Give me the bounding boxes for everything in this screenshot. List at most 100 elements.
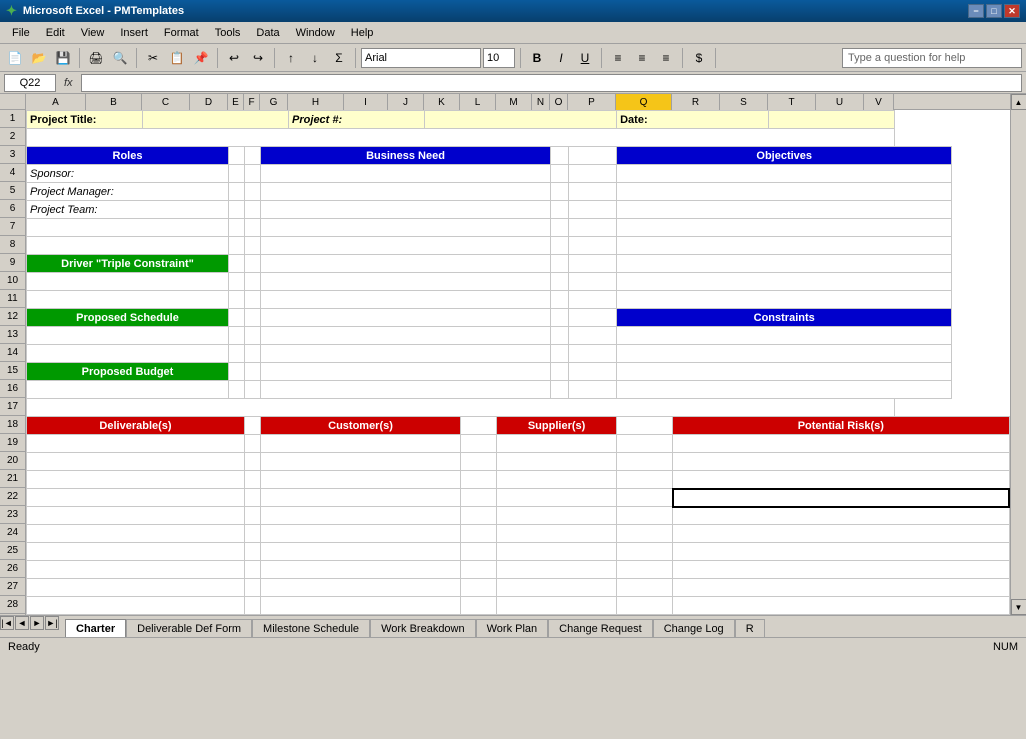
cell-a20[interactable] xyxy=(27,453,245,471)
cell-6-obj[interactable] xyxy=(617,201,952,219)
cell-h1[interactable]: Project #: xyxy=(289,111,425,129)
cell-a4[interactable]: Sponsor: xyxy=(27,165,229,183)
cell-a23[interactable] xyxy=(27,507,245,525)
cell-13-business[interactable] xyxy=(261,327,551,345)
cell-24-cust[interactable] xyxy=(261,525,461,543)
cell-10-n[interactable] xyxy=(551,273,569,291)
cell-25-risk[interactable] xyxy=(673,543,1009,561)
cell-deliverables-header[interactable]: Deliverable(s) xyxy=(27,417,245,435)
cell-16-business[interactable] xyxy=(261,381,551,399)
cell-6-business[interactable] xyxy=(261,201,551,219)
cell-a28[interactable] xyxy=(27,597,245,615)
cell-5-n[interactable] xyxy=(551,183,569,201)
redo-button[interactable]: ↪ xyxy=(247,47,269,69)
cell-budget-header[interactable]: Proposed Budget xyxy=(27,363,229,381)
cell-a14[interactable] xyxy=(27,345,229,363)
cell-21-cust[interactable] xyxy=(261,471,461,489)
cell-10-e[interactable] xyxy=(229,273,245,291)
cell-4-n[interactable] xyxy=(551,165,569,183)
col-header-g[interactable]: G xyxy=(260,94,288,110)
cell-22-supp[interactable] xyxy=(497,489,617,507)
row-header-22[interactable]: 22 xyxy=(0,488,25,506)
cell-15-n[interactable] xyxy=(551,363,569,381)
cell-4-business[interactable] xyxy=(261,165,551,183)
tab-work-plan[interactable]: Work Plan xyxy=(476,619,549,637)
col-header-c[interactable]: C xyxy=(142,94,190,110)
cell-20-k[interactable] xyxy=(461,453,497,471)
cell-3-f[interactable] xyxy=(245,147,261,165)
cell-19-o[interactable] xyxy=(617,435,673,453)
bold-button[interactable]: B xyxy=(526,47,548,69)
cell-28-supp[interactable] xyxy=(497,597,617,615)
cell-20-cust[interactable] xyxy=(261,453,461,471)
cell-13-n[interactable] xyxy=(551,327,569,345)
cell-7-obj[interactable] xyxy=(617,219,952,237)
cell-9-business[interactable] xyxy=(261,255,551,273)
cell-12-n[interactable] xyxy=(551,309,569,327)
print-button[interactable]: 🖨 xyxy=(85,47,107,69)
cell-27-k[interactable] xyxy=(461,579,497,597)
cell-11-business[interactable] xyxy=(261,291,551,309)
tab-last-button[interactable]: ►| xyxy=(45,616,59,630)
cell-27-cust[interactable] xyxy=(261,579,461,597)
col-header-d[interactable]: D xyxy=(190,94,228,110)
cell-22-o[interactable] xyxy=(617,489,673,507)
cell-23-k[interactable] xyxy=(461,507,497,525)
row-header-28[interactable]: 28 xyxy=(0,596,25,614)
cell-13-o[interactable] xyxy=(569,327,617,345)
cell-16-n[interactable] xyxy=(551,381,569,399)
cell-15-obj[interactable] xyxy=(617,363,952,381)
cell-16-o[interactable] xyxy=(569,381,617,399)
menu-file[interactable]: File xyxy=(4,25,38,41)
col-header-p[interactable]: P xyxy=(568,94,616,110)
cell-a26[interactable] xyxy=(27,561,245,579)
cell-5-o[interactable] xyxy=(569,183,617,201)
col-header-r[interactable]: R xyxy=(672,94,720,110)
cell-14-e[interactable] xyxy=(229,345,245,363)
cell-13-obj[interactable] xyxy=(617,327,952,345)
tab-change-log[interactable]: Change Log xyxy=(653,619,735,637)
row-header-2[interactable]: 2 xyxy=(0,128,25,146)
cell-8-o[interactable] xyxy=(569,237,617,255)
save-button[interactable]: 💾 xyxy=(52,47,74,69)
cell-a27[interactable] xyxy=(27,579,245,597)
row-header-7[interactable]: 7 xyxy=(0,218,25,236)
cell-5-business[interactable] xyxy=(261,183,551,201)
cell-12-o[interactable] xyxy=(569,309,617,327)
col-header-v[interactable]: V xyxy=(864,94,894,110)
cell-10-o[interactable] xyxy=(569,273,617,291)
cell-a1[interactable]: Project Title: xyxy=(27,111,143,129)
h-scrollbar-track[interactable] xyxy=(765,616,1026,637)
cell-4-e[interactable] xyxy=(229,165,245,183)
cell-risks-header[interactable]: Potential Risk(s) xyxy=(673,417,1009,435)
row-header-5[interactable]: 5 xyxy=(0,182,25,200)
cell-4-obj[interactable] xyxy=(617,165,952,183)
cell-28-k[interactable] xyxy=(461,597,497,615)
cell-25-k[interactable] xyxy=(461,543,497,561)
cell-a6[interactable]: Project Team: xyxy=(27,201,229,219)
vertical-scrollbar[interactable]: ▲ ▼ xyxy=(1010,94,1026,615)
menu-view[interactable]: View xyxy=(73,25,113,41)
menu-edit[interactable]: Edit xyxy=(38,25,73,41)
sort-desc-button[interactable]: ↓ xyxy=(304,47,326,69)
formula-input[interactable] xyxy=(81,74,1022,92)
row-header-14[interactable]: 14 xyxy=(0,344,25,362)
cell-11-n[interactable] xyxy=(551,291,569,309)
cell-11-f[interactable] xyxy=(245,291,261,309)
cell-8-f[interactable] xyxy=(245,237,261,255)
cell-14-o[interactable] xyxy=(569,345,617,363)
row-header-27[interactable]: 27 xyxy=(0,578,25,596)
cell-22-f[interactable] xyxy=(245,489,261,507)
cell-10-f[interactable] xyxy=(245,273,261,291)
cell-16-obj[interactable] xyxy=(617,381,952,399)
row-header-16[interactable]: 16 xyxy=(0,380,25,398)
cell-14-n[interactable] xyxy=(551,345,569,363)
cell-28-cust[interactable] xyxy=(261,597,461,615)
help-search-input[interactable] xyxy=(842,48,1022,68)
cell-roles-header[interactable]: Roles xyxy=(27,147,229,165)
cell-a17[interactable] xyxy=(27,399,895,417)
cell-7-n[interactable] xyxy=(551,219,569,237)
cell-12-f[interactable] xyxy=(245,309,261,327)
cell-q22-selected[interactable] xyxy=(673,489,1009,507)
cell-26-risk[interactable] xyxy=(673,561,1009,579)
